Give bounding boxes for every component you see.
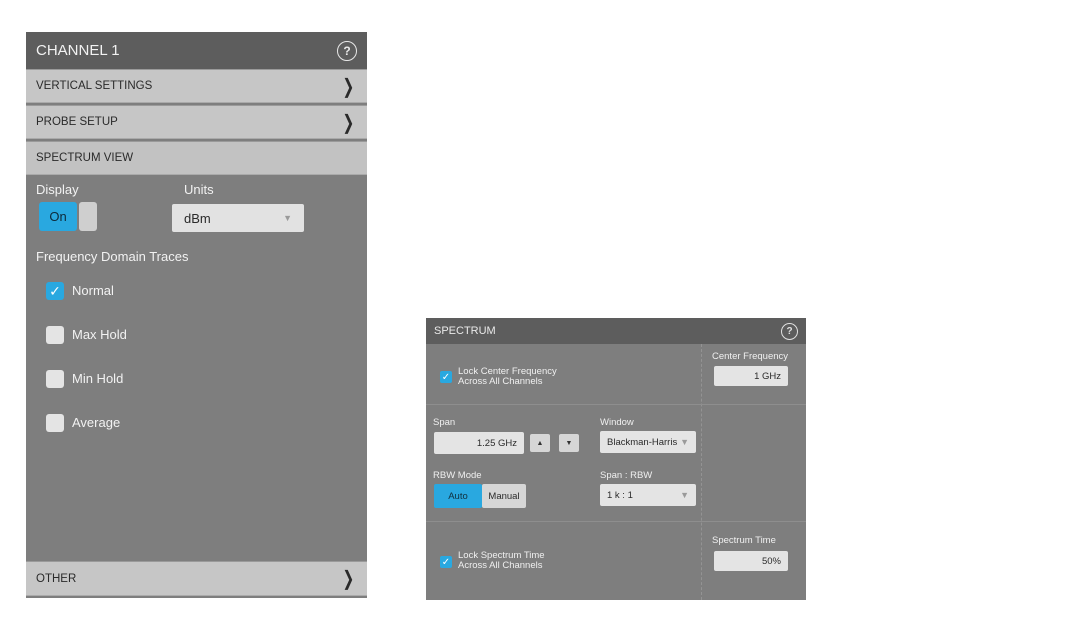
section-other[interactable]: OTHER ❯ [26,561,367,596]
center-frequency-label: Center Frequency [712,351,789,362]
span-input[interactable]: 1.25 GHz [434,432,524,454]
panel-header: CHANNEL 1 ? [26,32,367,69]
units-value: dBm [184,210,211,226]
checkmark-icon: ✓ [441,556,451,568]
section-label: PROBE SETUP [36,116,118,128]
spectrum-panel: SPECTRUM ? ✓ Lock Center Frequency Acros… [426,318,806,600]
traces-label: Frequency Domain Traces [36,249,189,264]
display-toggle[interactable]: On [39,202,97,231]
window-value: Blackman-Harris [607,436,678,448]
panel-title: SPECTRUM [434,325,496,337]
lock-spectrum-time-checkbox[interactable]: ✓ [440,556,452,568]
section-divider [426,521,806,522]
units-label: Units [184,182,214,197]
span-rbw-value: 1 k : 1 [607,489,633,501]
lock-time-label-line2: Across All Channels [458,560,543,571]
window-label: Window [600,417,634,428]
display-label: Display [36,182,79,197]
checkbox-min-hold[interactable] [46,370,64,388]
span-label: Span [433,417,456,428]
checkbox-normal[interactable]: ✓ [46,282,64,300]
window-select[interactable]: Blackman-Harris ▼ [600,431,696,453]
center-frequency-value: 1 GHz [754,370,781,382]
toggle-on-state: On [39,202,77,231]
chevron-right-icon: ❯ [342,568,355,590]
section-vertical-settings[interactable]: VERTICAL SETTINGS ❯ [26,69,367,103]
span-increment-button[interactable]: ▲ [530,434,550,452]
dropdown-caret-icon: ▼ [680,437,689,447]
arrow-down-icon: ▼ [565,439,573,447]
lock-center-frequency-checkbox[interactable]: ✓ [440,371,452,383]
spectrum-time-value: 50% [761,555,781,567]
section-label: OTHER [36,572,77,585]
trace-label-normal: Normal [72,283,114,298]
span-value: 1.25 GHz [476,437,517,449]
span-decrement-button[interactable]: ▼ [559,434,579,452]
toggle-knob [79,202,97,231]
trace-label-min-hold: Min Hold [72,371,124,386]
panel-header: SPECTRUM ? [426,318,806,344]
checkbox-average[interactable] [46,414,64,432]
units-select[interactable]: dBm ▼ [172,204,304,232]
section-probe-setup[interactable]: PROBE SETUP ❯ [26,105,367,139]
help-icon[interactable]: ? [781,322,798,340]
trace-label-max-hold: Max Hold [72,327,127,342]
chevron-right-icon: ❯ [342,75,355,98]
spectrum-time-label: Spectrum Time [712,535,776,546]
rbw-manual-button[interactable]: Manual [482,484,526,508]
chevron-right-icon: ❯ [342,111,355,134]
rbw-auto-button[interactable]: Auto [434,484,482,508]
center-frequency-input[interactable]: 1 GHz [714,366,788,386]
rbw-mode-toggle[interactable]: Auto Manual [434,484,526,508]
help-icon[interactable]: ? [337,40,357,61]
dropdown-caret-icon: ▼ [680,490,689,500]
checkbox-max-hold[interactable] [46,326,64,344]
spectrum-time-input[interactable]: 50% [714,551,788,571]
lock-center-label-line2: Across All Channels [458,376,543,387]
column-divider [701,344,702,600]
checkmark-icon: ✓ [49,282,61,299]
panel-title: CHANNEL 1 [36,42,120,59]
section-spectrum-view[interactable]: SPECTRUM VIEW [26,141,367,175]
checkmark-icon: ✓ [441,371,451,383]
trace-label-average: Average [72,415,121,430]
section-divider [426,404,806,405]
section-label: SPECTRUM VIEW [36,152,134,164]
dropdown-caret-icon: ▼ [283,213,292,223]
arrow-up-icon: ▲ [536,439,544,447]
channel-1-panel: CHANNEL 1 ? VERTICAL SETTINGS ❯ PROBE SE… [26,32,367,598]
span-rbw-label: Span : RBW [600,470,653,481]
span-rbw-select[interactable]: 1 k : 1 ▼ [600,484,696,506]
rbw-mode-label: RBW Mode [433,470,482,481]
section-label: VERTICAL SETTINGS [36,80,153,92]
